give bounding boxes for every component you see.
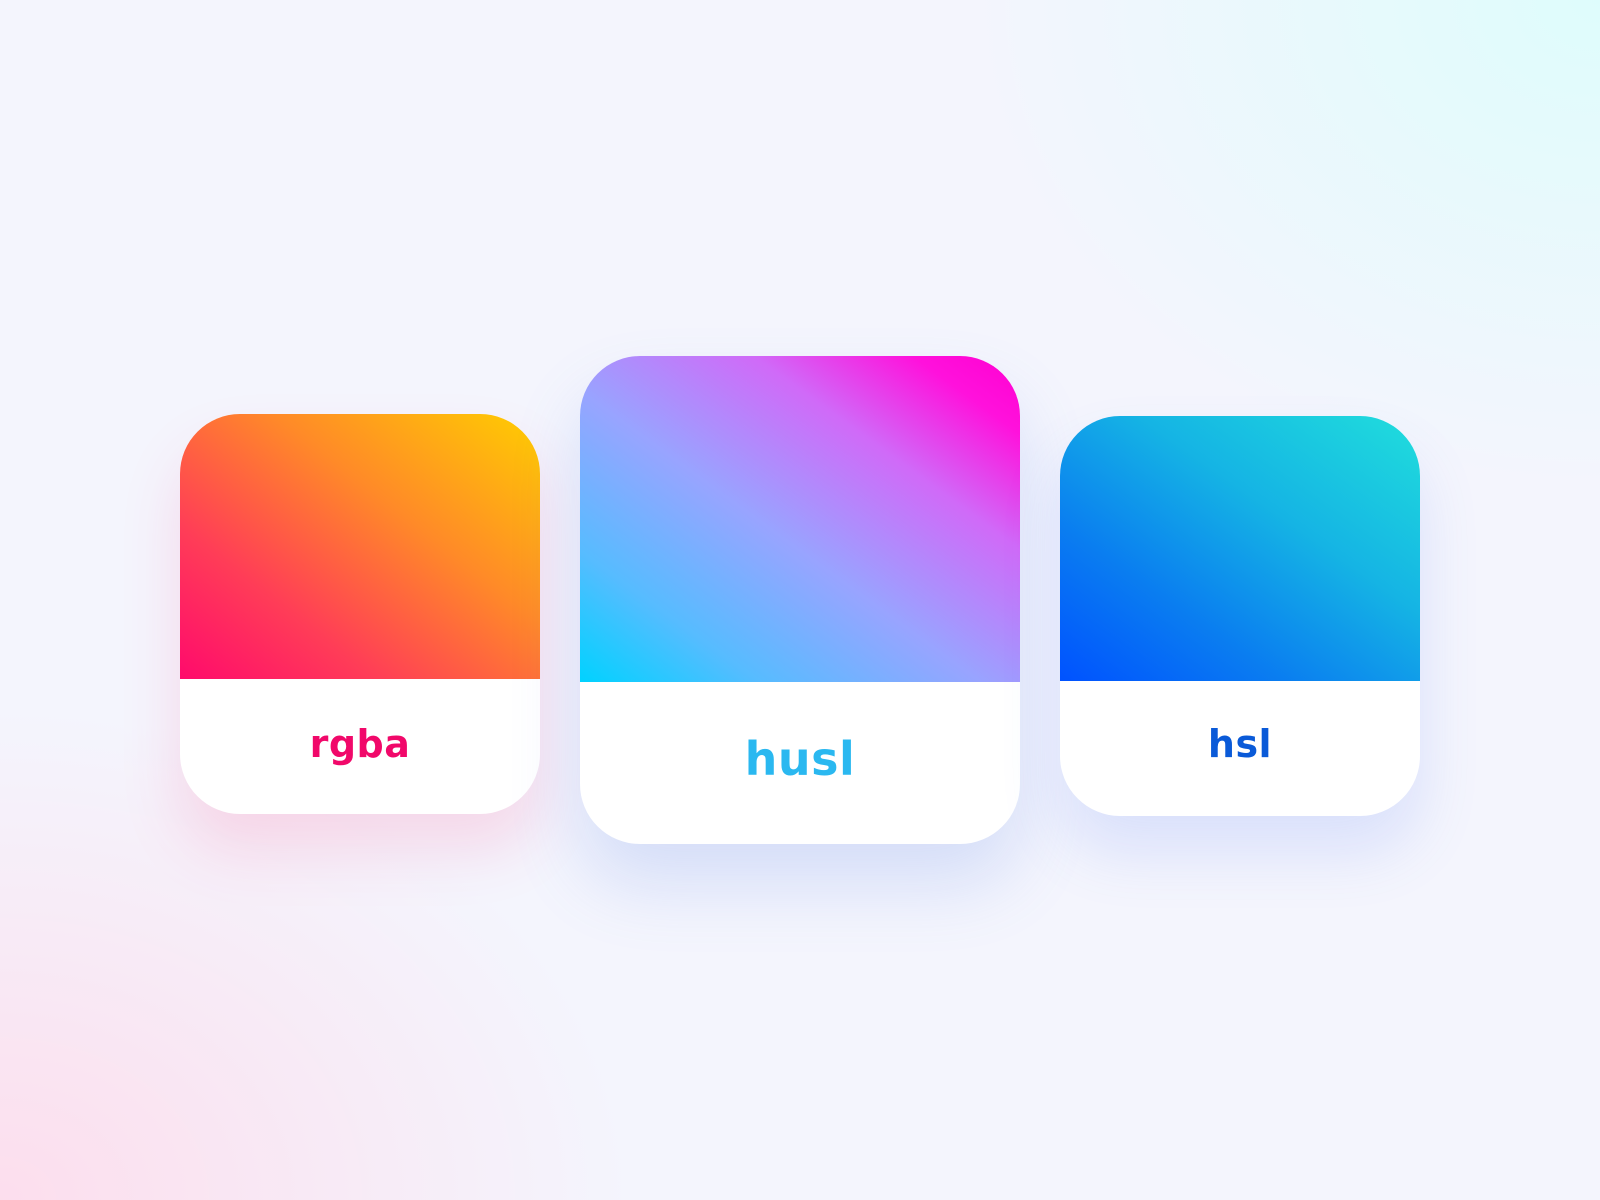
color-space-label-hsl: hsl: [1207, 722, 1273, 766]
color-card-hsl: hsl: [1060, 416, 1420, 816]
color-card-rgba: rgba: [180, 414, 540, 814]
gradient-swatch-rgba: [180, 414, 540, 679]
color-card-husl: husl: [580, 356, 1020, 844]
comparison-canvas: rgba husl hsl: [0, 0, 1600, 1200]
gradient-swatch-husl: [580, 356, 1020, 682]
gradient-swatch-hsl: [1060, 416, 1420, 681]
color-space-label-rgba: rgba: [309, 722, 411, 766]
color-space-label-husl: husl: [744, 732, 856, 786]
